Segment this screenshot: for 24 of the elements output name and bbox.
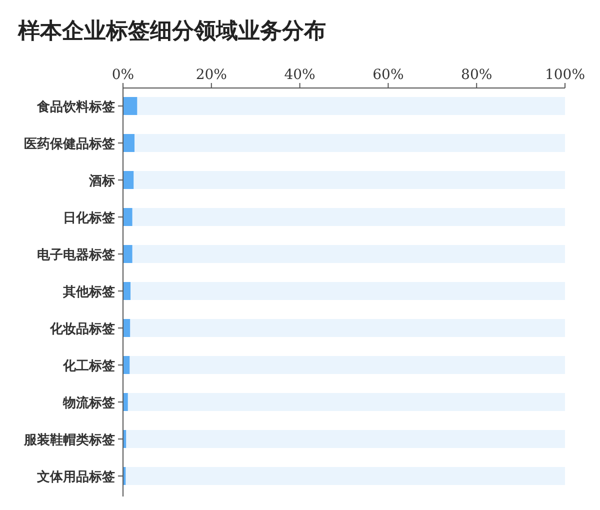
category-label: 酒标 <box>89 174 115 189</box>
category-label: 电子电器标签 <box>37 248 115 263</box>
tick-label: 20% <box>196 67 227 83</box>
category-label: 服装鞋帽类标签 <box>24 433 115 448</box>
bar <box>123 97 138 115</box>
tick-label: 40% <box>284 67 316 83</box>
tick-label: 100% <box>544 67 586 83</box>
bar <box>123 393 128 411</box>
tick-label: 0% <box>112 67 134 83</box>
bar <box>123 171 134 189</box>
chart-title: 样本企业标签细分领域业务分布 <box>16 17 327 46</box>
bar <box>123 467 126 485</box>
tick-label: 80% <box>461 67 492 83</box>
bar <box>123 134 134 152</box>
category-label: 其他标签 <box>63 285 115 300</box>
tick-label: 60% <box>372 67 404 83</box>
category-label: 化工标签 <box>63 359 115 374</box>
category-label: 物流标签 <box>63 396 115 411</box>
bar <box>123 430 126 448</box>
category-label: 化妆品标签 <box>50 322 115 337</box>
category-label: 食品饮料标签 <box>37 100 115 115</box>
category-label: 医药保健品标签 <box>24 137 115 152</box>
category-label: 文体用品标签 <box>37 470 115 485</box>
category-label: 日化标签 <box>63 211 115 226</box>
